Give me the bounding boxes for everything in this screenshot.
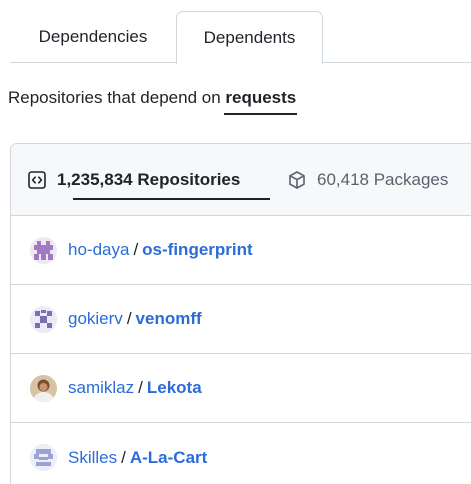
repo-name-link[interactable]: A-La-Cart — [130, 448, 207, 467]
package-box-icon — [287, 170, 307, 190]
repo-owner-link[interactable]: samiklaz — [68, 378, 134, 397]
repo-separator: / — [138, 378, 143, 397]
repo-separator: / — [126, 309, 132, 328]
repositories-count-label: 1,235,834 Repositories — [57, 170, 241, 189]
dependents-list-header: 1,235,834 Repositories 60,418 Packages — [11, 144, 471, 216]
list-item: ho-daya / os-fingerprint — [11, 216, 471, 285]
list-item: Skilles / A-La-Cart — [11, 423, 471, 484]
intro-text: Repositories that depend on — [8, 88, 226, 107]
dependent-repo-link: samiklaz / Lekota — [68, 378, 202, 398]
repo-name-link[interactable]: Lekota — [147, 378, 202, 397]
avatar[interactable] — [30, 236, 57, 264]
active-filter-underline — [73, 198, 270, 200]
avatar[interactable] — [30, 374, 57, 402]
tab-dependencies[interactable]: Dependencies — [10, 11, 176, 63]
package-name: requests — [224, 88, 298, 115]
repo-name-link[interactable]: venomff — [136, 309, 202, 328]
list-item: samiklaz / Lekota — [11, 354, 471, 423]
packages-filter[interactable]: 60,418 Packages — [287, 170, 448, 190]
repositories-filter[interactable]: 1,235,834 Repositories — [27, 170, 240, 190]
dependents-page: Dependencies Dependents Repositories tha… — [0, 0, 471, 484]
tab-dependents[interactable]: Dependents — [176, 11, 323, 64]
repo-separator: / — [121, 447, 126, 467]
code-square-icon — [27, 170, 47, 190]
avatar[interactable] — [30, 444, 57, 471]
dependents-intro: Repositories that depend on requests — [8, 88, 298, 115]
dependent-repo-link: Skilles / A-La-Cart — [68, 448, 207, 468]
list-item: gokierv / venomff — [11, 285, 471, 354]
repo-owner-link[interactable]: gokierv — [68, 309, 123, 328]
tab-bar: Dependencies Dependents — [0, 0, 471, 64]
dependents-list-box: 1,235,834 Repositories 60,418 Packages h… — [10, 143, 471, 484]
repo-owner-link[interactable]: Skilles — [68, 448, 117, 467]
dependent-repo-link: gokierv / venomff — [68, 309, 202, 329]
repo-name-link[interactable]: os-fingerprint — [142, 240, 253, 259]
avatar[interactable] — [30, 305, 57, 333]
dependent-repo-link: ho-daya / os-fingerprint — [68, 240, 253, 260]
repo-separator: / — [133, 240, 139, 259]
repo-owner-link[interactable]: ho-daya — [68, 240, 129, 259]
packages-count-label: 60,418 Packages — [317, 170, 449, 189]
